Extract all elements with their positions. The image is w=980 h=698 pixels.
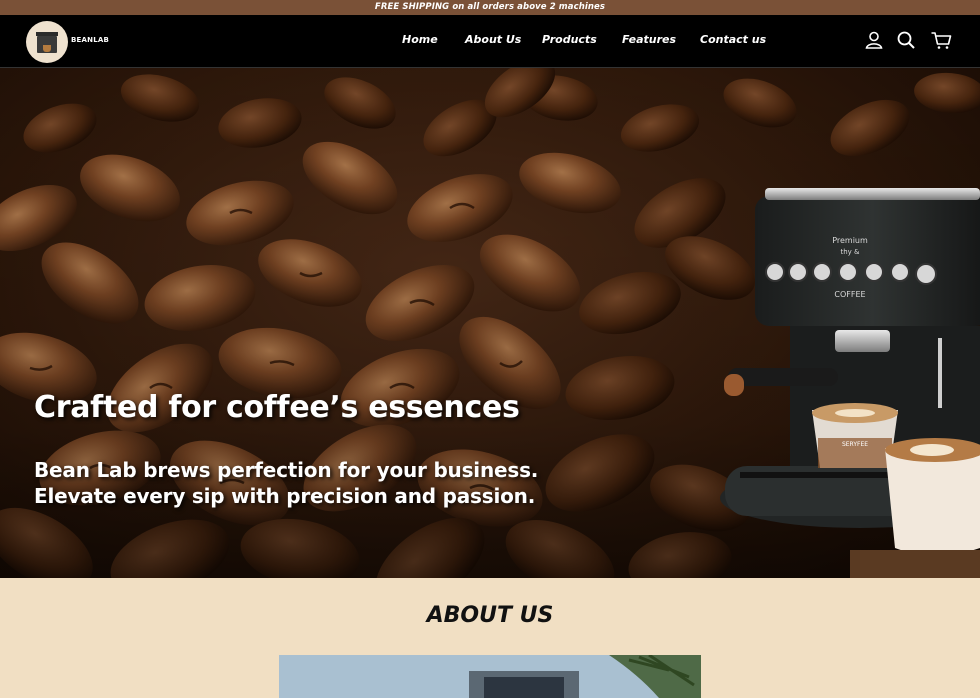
- announcement-text: FREE SHIPPING on all orders above 2 mach…: [374, 2, 606, 12]
- logo[interactable]: [26, 21, 68, 63]
- hero-title: Crafted for coffee’s essences: [34, 390, 520, 425]
- hero-banner: Premium thy & COFFEE SERYFEE Crafted for…: [0, 68, 980, 578]
- brand-name[interactable]: BEANLAB: [71, 36, 109, 44]
- machine-panel-text2: thy &: [840, 248, 860, 256]
- search-icon[interactable]: [895, 29, 917, 51]
- building-photo-illustration: [279, 655, 701, 698]
- machine-label: COFFEE: [834, 290, 865, 299]
- about-us-heading: ABOUT US: [426, 603, 554, 628]
- nav-products[interactable]: Products: [542, 33, 597, 46]
- cart-icon[interactable]: [930, 29, 952, 51]
- site-header: BEANLAB Home About Us Products Features …: [0, 15, 980, 68]
- announcement-bar: FREE SHIPPING on all orders above 2 mach…: [0, 0, 980, 15]
- nav-features[interactable]: Features: [622, 33, 676, 46]
- nav-home[interactable]: Home: [402, 33, 438, 46]
- logo-cup: [43, 45, 51, 52]
- machine-panel-text: Premium: [832, 236, 868, 245]
- nav-contact-us[interactable]: Contact us: [700, 33, 766, 46]
- nav-about-us[interactable]: About Us: [465, 33, 521, 46]
- hero-subtitle: Bean Lab brews perfection for your busin…: [34, 458, 539, 508]
- cup-label: SERYFEE: [842, 441, 868, 448]
- user-icon[interactable]: [863, 29, 885, 51]
- about-us-image: [279, 655, 701, 698]
